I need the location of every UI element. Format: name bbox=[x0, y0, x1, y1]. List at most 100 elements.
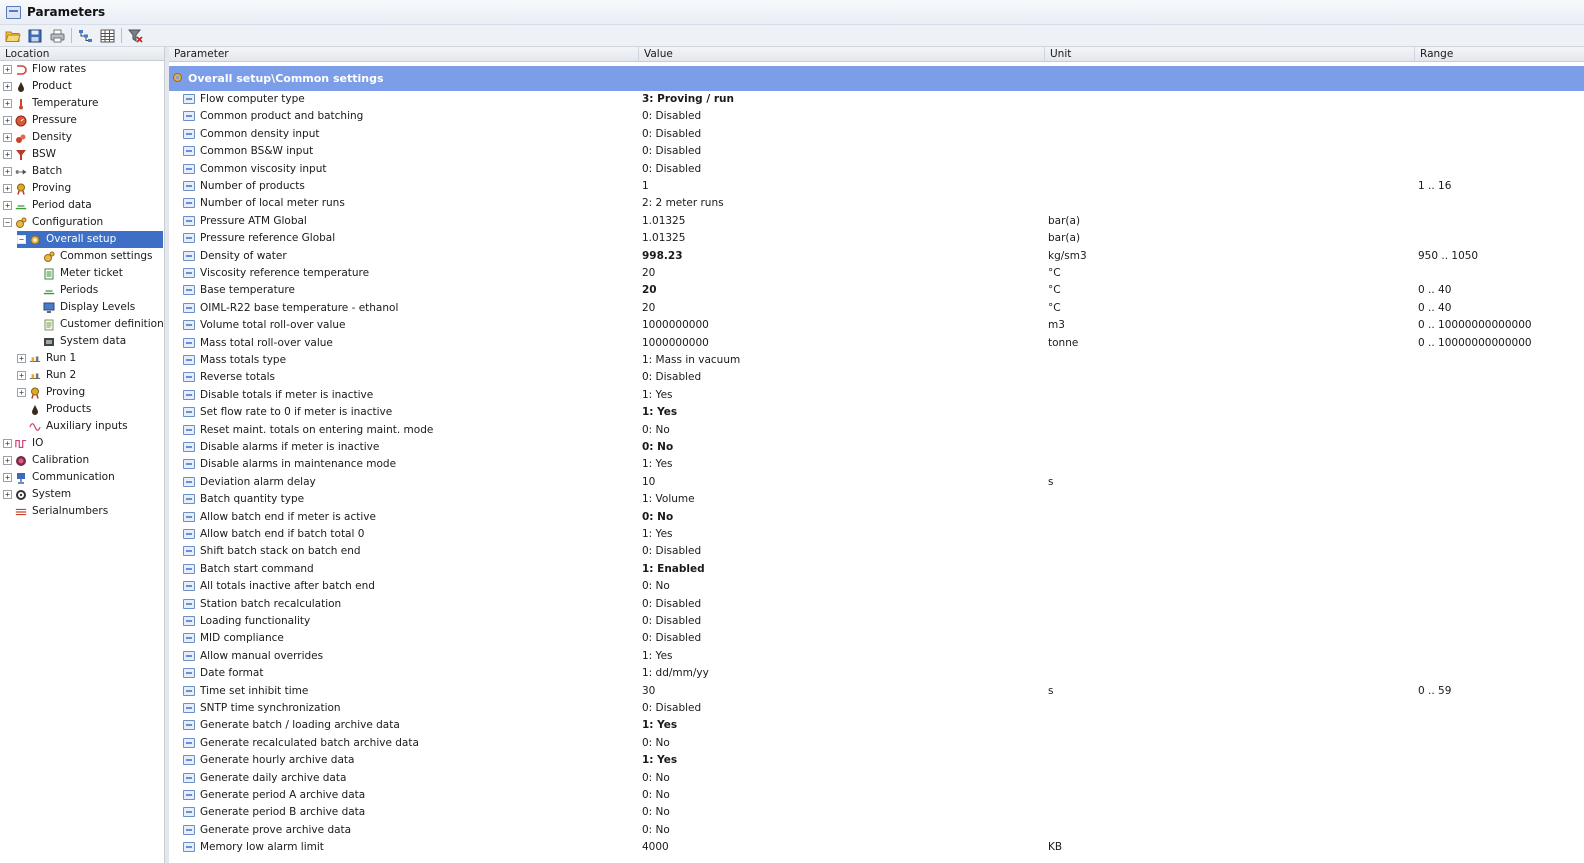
parameter-value[interactable]: 1 bbox=[642, 178, 649, 195]
save-icon[interactable] bbox=[26, 27, 44, 44]
expand-icon[interactable]: + bbox=[3, 99, 12, 108]
parameter-row[interactable]: All totals inactive after batch end 0: No bbox=[169, 578, 1584, 595]
parameter-value[interactable]: 2: 2 meter runs bbox=[642, 195, 724, 212]
parameter-value[interactable]: 0: No bbox=[642, 787, 670, 804]
parameter-value[interactable]: 0: Disabled bbox=[642, 700, 701, 717]
parameter-row[interactable]: Generate period A archive data 0: No bbox=[169, 787, 1584, 804]
column-header-unit[interactable]: Unit bbox=[1045, 47, 1415, 61]
parameter-value[interactable]: 0: No bbox=[642, 804, 670, 821]
parameter-row[interactable]: Common BS&W input 0: Disabled bbox=[169, 143, 1584, 160]
parameter-value[interactable]: 1: Yes bbox=[642, 717, 677, 734]
parameter-value[interactable]: 20 bbox=[642, 265, 655, 282]
tree-item-common-settings[interactable]: Common settings bbox=[31, 248, 153, 265]
expand-icon[interactable]: + bbox=[3, 184, 12, 193]
parameter-value[interactable]: 0: Disabled bbox=[642, 161, 701, 178]
tree-item-overall-setup[interactable]: − Overall setup bbox=[17, 231, 163, 248]
tree-item-serialnumbers[interactable]: Serialnumbers bbox=[3, 503, 108, 520]
parameter-value[interactable]: 1: Yes bbox=[642, 526, 673, 543]
tree-item-product[interactable]: + Product bbox=[3, 78, 72, 95]
parameter-row[interactable]: Reverse totals 0: Disabled bbox=[169, 369, 1584, 386]
tree-item-calibration[interactable]: + Calibration bbox=[3, 452, 89, 469]
expand-icon[interactable]: + bbox=[3, 133, 12, 142]
parameter-row[interactable]: Loading functionality 0: Disabled bbox=[169, 613, 1584, 630]
parameter-row[interactable]: Flow computer type 3: Proving / run bbox=[169, 91, 1584, 108]
parameter-row[interactable]: Disable alarms in maintenance mode 1: Yes bbox=[169, 456, 1584, 473]
filter-clear-icon[interactable] bbox=[126, 27, 144, 44]
tree-item-products[interactable]: Products bbox=[17, 401, 91, 418]
parameter-value[interactable]: 1000000000 bbox=[642, 317, 709, 334]
parameter-row[interactable]: Allow manual overrides 1: Yes bbox=[169, 648, 1584, 665]
parameter-row[interactable]: Reset maint. totals on entering maint. m… bbox=[169, 422, 1584, 439]
parameter-value[interactable]: 1.01325 bbox=[642, 230, 685, 247]
parameter-row[interactable]: Common product and batching 0: Disabled bbox=[169, 108, 1584, 125]
parameter-value[interactable]: 0: No bbox=[642, 735, 670, 752]
parameter-row[interactable]: Density of water 998.23 kg/sm3 950 .. 1050 bbox=[169, 248, 1584, 265]
tree-item-auxiliary-inputs[interactable]: Auxiliary inputs bbox=[17, 418, 128, 435]
parameter-value[interactable]: 20 bbox=[642, 300, 655, 317]
expand-icon[interactable]: + bbox=[17, 371, 26, 380]
parameter-row[interactable]: Allow batch end if batch total 0 1: Yes bbox=[169, 526, 1584, 543]
expand-icon[interactable]: + bbox=[3, 201, 12, 210]
parameter-value[interactable]: 0: Disabled bbox=[642, 143, 701, 160]
expand-icon[interactable]: + bbox=[3, 490, 12, 499]
tree-item-period-data[interactable]: + Period data bbox=[3, 197, 92, 214]
parameter-value[interactable]: 1.01325 bbox=[642, 213, 685, 230]
parameter-row[interactable]: Mass total roll-over value 1000000000 tonn… bbox=[169, 335, 1584, 352]
parameter-row[interactable]: Generate batch / loading archive data 1: … bbox=[169, 717, 1584, 734]
parameter-row[interactable]: Memory low alarm limit 4000 KB bbox=[169, 839, 1584, 856]
tree-item-temperature[interactable]: + Temperature bbox=[3, 95, 99, 112]
grid-view-icon[interactable] bbox=[98, 27, 116, 44]
print-icon[interactable] bbox=[48, 27, 66, 44]
parameter-value[interactable]: 30 bbox=[642, 683, 655, 700]
parameter-row[interactable]: Disable alarms if meter is inactive 0: No bbox=[169, 439, 1584, 456]
expand-icon[interactable]: + bbox=[3, 150, 12, 159]
parameter-value[interactable]: 0: No bbox=[642, 439, 673, 456]
tree-item-periods[interactable]: Periods bbox=[31, 282, 98, 299]
column-header-value[interactable]: Value bbox=[639, 47, 1045, 61]
expand-icon[interactable]: + bbox=[17, 354, 26, 363]
tree-item-bsw[interactable]: + BSW bbox=[3, 146, 56, 163]
collapse-icon[interactable]: − bbox=[17, 235, 26, 244]
parameter-value[interactable]: 0: Disabled bbox=[642, 543, 701, 560]
parameter-value[interactable]: 3: Proving / run bbox=[642, 91, 734, 108]
parameter-value[interactable]: 20 bbox=[642, 282, 657, 299]
column-header-parameter[interactable]: Parameter bbox=[169, 47, 639, 61]
tree-item-configuration[interactable]: − Configuration bbox=[3, 214, 103, 231]
parameter-row[interactable]: SNTP time synchronization 0: Disabled bbox=[169, 700, 1584, 717]
parameter-row[interactable]: Viscosity reference temperature 20 °C bbox=[169, 265, 1584, 282]
expand-icon[interactable]: + bbox=[3, 473, 12, 482]
parameter-row[interactable]: Time set inhibit time 30 s 0 .. 59 bbox=[169, 683, 1584, 700]
parameter-row[interactable]: Mass totals type 1: Mass in vacuum bbox=[169, 352, 1584, 369]
parameter-row[interactable]: Generate recalculated batch archive data… bbox=[169, 735, 1584, 752]
parameter-value[interactable]: 0: Disabled bbox=[642, 630, 701, 647]
parameter-row[interactable]: Common viscosity input 0: Disabled bbox=[169, 161, 1584, 178]
column-header-range[interactable]: Range bbox=[1415, 47, 1584, 61]
parameter-row[interactable]: Allow batch end if meter is active 0: No bbox=[169, 509, 1584, 526]
parameter-value[interactable]: 1: Mass in vacuum bbox=[642, 352, 740, 369]
parameter-row[interactable]: Pressure reference Global 1.01325 bar(a) bbox=[169, 230, 1584, 247]
parameter-row[interactable]: OIML-R22 base temperature - ethanol 20 °C 0… bbox=[169, 300, 1584, 317]
tree-item-display-levels[interactable]: Display Levels bbox=[31, 299, 135, 316]
parameter-value[interactable]: 1: dd/mm/yy bbox=[642, 665, 709, 682]
parameter-value[interactable]: 1: Volume bbox=[642, 491, 695, 508]
parameter-row[interactable]: Common density input 0: Disabled bbox=[169, 126, 1584, 143]
parameter-value[interactable]: 1: Yes bbox=[642, 387, 673, 404]
parameter-row[interactable]: Generate period B archive data 0: No bbox=[169, 804, 1584, 821]
tree-item-communication[interactable]: + Communication bbox=[3, 469, 115, 486]
tree-item-io[interactable]: + IO bbox=[3, 435, 43, 452]
parameter-row[interactable]: Generate prove archive data 0: No bbox=[169, 822, 1584, 839]
tree-item-proving[interactable]: + Proving bbox=[17, 384, 85, 401]
parameter-value[interactable]: 998.23 bbox=[642, 248, 683, 265]
parameter-value[interactable]: 0: Disabled bbox=[642, 596, 701, 613]
parameter-value[interactable]: 1: Yes bbox=[642, 456, 673, 473]
parameter-value[interactable]: 4000 bbox=[642, 839, 669, 856]
parameter-row[interactable]: Pressure ATM Global 1.01325 bar(a) bbox=[169, 213, 1584, 230]
parameter-row[interactable]: Generate hourly archive data 1: Yes bbox=[169, 752, 1584, 769]
parameter-row[interactable]: Batch quantity type 1: Volume bbox=[169, 491, 1584, 508]
expand-icon[interactable]: + bbox=[17, 388, 26, 397]
tree-item-meter-ticket[interactable]: Meter ticket bbox=[31, 265, 123, 282]
expand-icon[interactable]: + bbox=[3, 82, 12, 91]
parameter-value[interactable]: 1: Yes bbox=[642, 404, 677, 421]
tree-item-system[interactable]: + System bbox=[3, 486, 71, 503]
tree-item-proving[interactable]: + Proving bbox=[3, 180, 71, 197]
